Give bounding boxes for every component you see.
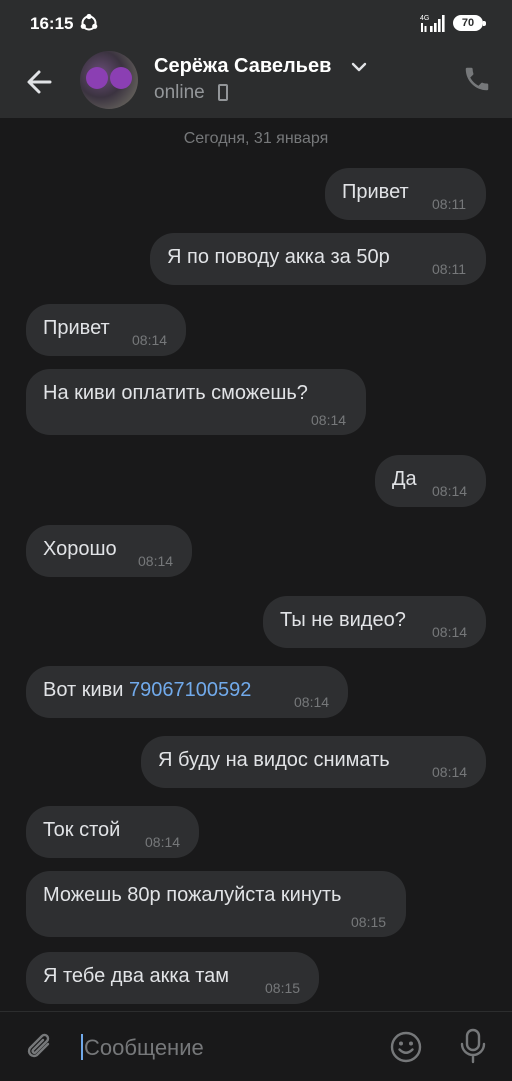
paperclip-icon[interactable] [24, 1030, 56, 1064]
phone-number-link[interactable]: 79067100592 [129, 679, 251, 701]
message-text: Можешь 80р пожалуйста кинуть [43, 884, 342, 906]
message-text: Хорошо [43, 538, 117, 560]
message-time: 08:15 [265, 980, 301, 996]
message-bubble-outgoing[interactable]: Ты не видео? 08:14 [263, 596, 486, 648]
sync-icon [80, 13, 98, 31]
signal-icon: 4G [420, 15, 445, 32]
message-bubble-outgoing[interactable]: Да 08:14 [375, 455, 486, 507]
back-arrow-icon[interactable] [20, 62, 60, 102]
contact-name[interactable]: Серёжа Савельев [154, 55, 331, 78]
message-time: 08:14 [138, 553, 174, 569]
message-time: 08:15 [351, 914, 387, 930]
message-time: 08:11 [432, 261, 466, 277]
message-text: Я буду на видос снимать [158, 749, 390, 771]
message-time: 08:14 [311, 412, 347, 428]
status-bar: 16:15 4G 70 [0, 0, 512, 48]
mobile-device-icon [218, 84, 228, 101]
message-bubble-incoming[interactable]: Можешь 80р пожалуйста кинуть 08:15 [26, 871, 406, 937]
message-bubble-incoming[interactable]: Хорошо 08:14 [26, 525, 192, 577]
message-text: Ты не видео? [280, 609, 406, 631]
phone-call-icon[interactable] [462, 64, 492, 94]
message-text: Вот киви 79067100592 [43, 679, 251, 702]
microphone-icon[interactable] [458, 1027, 488, 1065]
message-time: 08:14 [432, 483, 468, 499]
avatar[interactable] [80, 51, 138, 109]
message-bubble-incoming[interactable]: Ток стой 08:14 [26, 806, 199, 858]
message-bubble-incoming[interactable]: Я тебе два акка там 08:15 [26, 952, 319, 1004]
message-time: 08:14 [432, 624, 468, 640]
message-text: Я по поводу акка за 50р [167, 246, 390, 268]
battery-icon: 70 [453, 15, 486, 31]
date-separator: Сегодня, 31 января [183, 130, 329, 147]
message-bubble-incoming[interactable]: Привет 08:14 [26, 304, 186, 356]
message-text: Привет [342, 181, 409, 203]
message-time: 08:14 [132, 332, 168, 348]
chevron-down-icon[interactable] [350, 60, 368, 74]
message-text: Я тебе два акка там [43, 965, 230, 987]
emoji-icon[interactable] [389, 1030, 423, 1064]
message-time: 08:11 [432, 196, 466, 212]
message-text: Привет [43, 317, 110, 339]
message-bubble-outgoing[interactable]: Я буду на видос снимать 08:14 [141, 736, 486, 788]
contact-status: online [154, 82, 205, 103]
message-time: 08:14 [432, 764, 468, 780]
message-composer [0, 1011, 512, 1081]
message-bubble-outgoing[interactable]: Я по поводу акка за 50р 08:11 [150, 233, 486, 285]
message-input[interactable] [82, 1028, 376, 1068]
message-bubble-incoming[interactable]: Вот киви 79067100592 08:14 [26, 666, 348, 718]
message-time: 08:14 [294, 694, 330, 710]
chat-header: Серёжа Савельев online [0, 48, 512, 118]
status-time: 16:15 [30, 14, 74, 33]
message-text: На киви оплатить сможешь? [43, 382, 308, 404]
message-bubble-incoming[interactable]: На киви оплатить сможешь? 08:14 [26, 369, 366, 435]
message-text: Ток стой [43, 819, 121, 841]
message-text-prefix: Вот киви [43, 679, 130, 701]
message-time: 08:14 [145, 834, 181, 850]
message-bubble-outgoing[interactable]: Привет 08:11 [325, 168, 486, 220]
message-text: Да [392, 468, 417, 490]
network-type: 4G [420, 15, 429, 22]
